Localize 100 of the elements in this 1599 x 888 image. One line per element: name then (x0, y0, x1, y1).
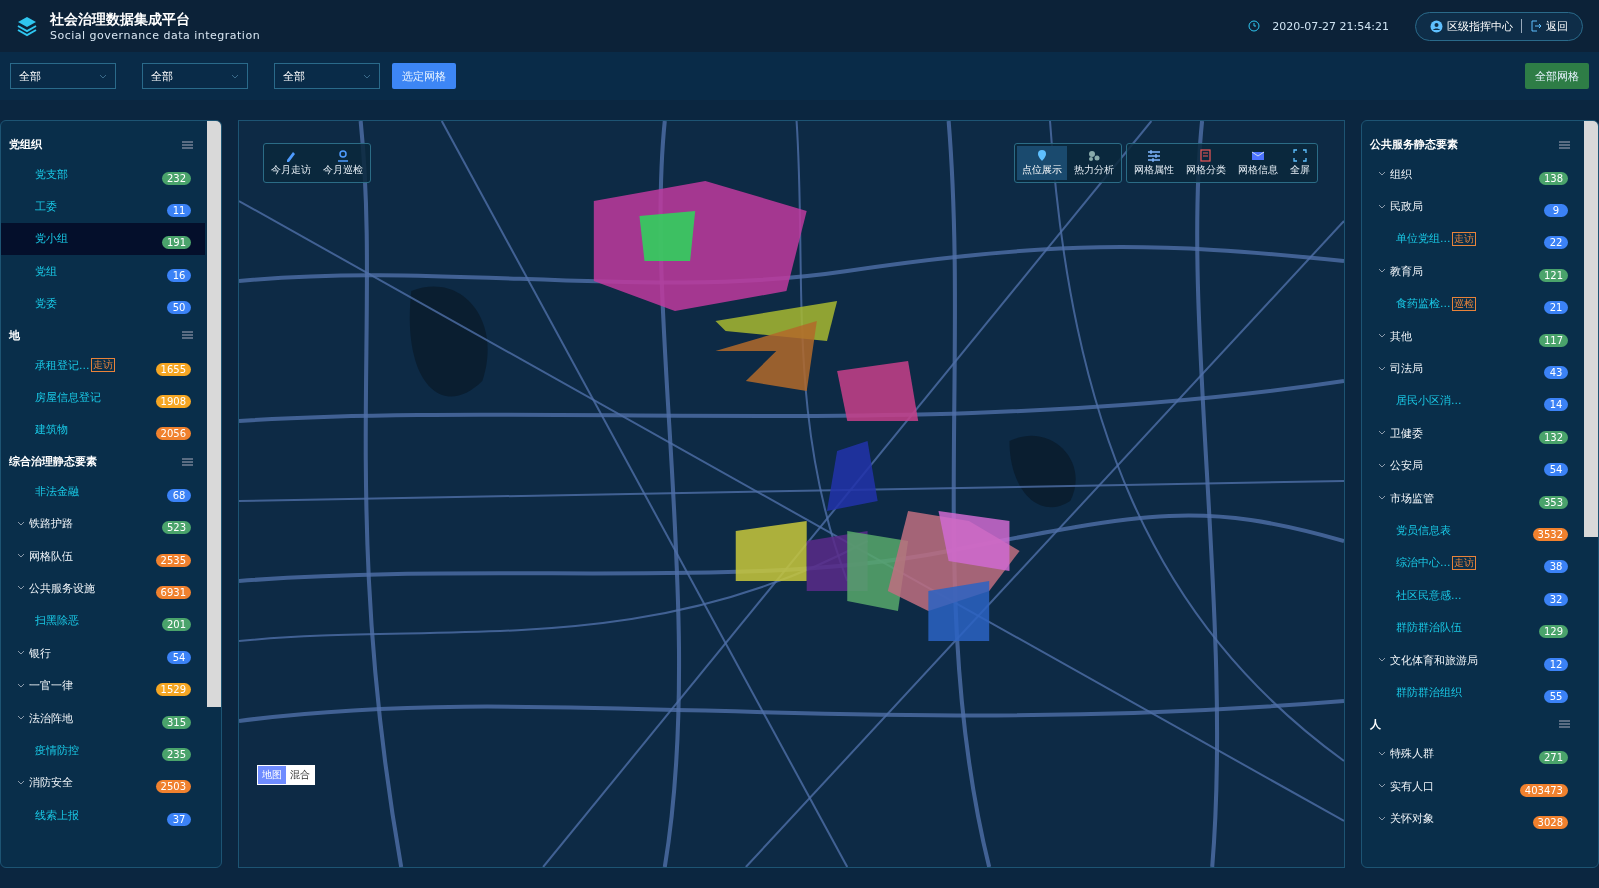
chevron-down-icon[interactable] (17, 553, 25, 560)
list-item[interactable]: 线索上报 37 (1, 799, 205, 832)
count-badge: 1529 (155, 683, 191, 697)
app-subtitle: Social governance data integration (50, 28, 261, 42)
count-badge: 50 (167, 301, 191, 315)
caret-icon (99, 73, 107, 79)
chevron-down-icon[interactable] (17, 585, 25, 592)
list-item[interactable]: 单位党组... 走访 22 (1362, 222, 1582, 256)
list-item[interactable]: 党组 16 (1, 255, 205, 288)
count-badge: 2056 (155, 427, 191, 441)
list-item[interactable]: 社区民意感... 32 (1362, 579, 1582, 612)
chevron-down-icon[interactable] (1378, 365, 1386, 372)
list-item[interactable]: 实有人口 403473 (1362, 770, 1582, 803)
list-item[interactable]: 特殊人群 271 (1362, 737, 1582, 771)
list-item[interactable]: 司法局 43 (1362, 352, 1582, 385)
chevron-down-icon[interactable] (1378, 268, 1386, 275)
list-item[interactable]: 非法金融 68 (1, 475, 205, 508)
status-tag: 走访 (1451, 555, 1476, 570)
count-badge: 12 (1544, 657, 1568, 671)
list-item[interactable]: 关怀对象 3028 (1362, 802, 1582, 835)
list-item[interactable]: 党委 50 (1, 287, 205, 320)
chevron-down-icon[interactable] (1378, 462, 1386, 469)
list-item[interactable]: 党小组 191 (1, 222, 205, 256)
grid-tool-button[interactable]: 网格属性 (1129, 146, 1179, 180)
section-title: 人 (1370, 716, 1381, 732)
count-badge: 201 (161, 618, 191, 632)
count-badge: 2503 (155, 780, 191, 794)
list-item[interactable]: 组织 138 (1362, 158, 1582, 191)
list-item[interactable]: 教育局 121 (1362, 255, 1582, 288)
chevron-down-icon[interactable] (17, 650, 25, 657)
document-icon (1199, 149, 1213, 162)
grid-tool-button[interactable]: 网格分类 (1181, 146, 1231, 180)
chevron-down-icon[interactable] (1378, 657, 1386, 664)
view-mode-button[interactable]: 热力分析 (1069, 146, 1119, 180)
menu-icon[interactable] (182, 331, 193, 340)
chevron-down-icon[interactable] (1378, 171, 1386, 178)
layer-toggle[interactable]: 混合 (286, 766, 314, 784)
list-item[interactable]: 其他 117 (1362, 319, 1582, 353)
count-badge: 2535 (155, 553, 191, 567)
count-badge: 353 (1538, 495, 1568, 509)
count-badge: 68 (167, 488, 191, 502)
list-item[interactable]: 市场监管 353 (1362, 481, 1582, 515)
list-item[interactable]: 民政局 9 (1362, 190, 1582, 223)
user-button[interactable]: 区级指挥中心 (1430, 18, 1513, 34)
list-item[interactable]: 食药监检... 巡检 21 (1362, 287, 1582, 320)
map-drawing[interactable] (239, 121, 1344, 867)
scrollbar[interactable] (207, 121, 221, 707)
list-item[interactable]: 文化体育和旅游局 12 (1362, 643, 1582, 677)
grid-tool-button[interactable]: 网格信息 (1233, 146, 1283, 180)
select-field[interactable]: 全部 (10, 63, 116, 89)
menu-icon[interactable] (1559, 720, 1570, 729)
menu-icon[interactable] (182, 140, 193, 149)
chevron-down-icon[interactable] (1378, 495, 1386, 502)
list-item[interactable]: 党支部 232 (1, 158, 205, 191)
list-item[interactable]: 公安局 54 (1362, 449, 1582, 482)
list-item[interactable]: 群防群治组织 55 (1362, 676, 1582, 709)
all-grids-button[interactable]: 全部网格 (1525, 63, 1589, 89)
chevron-down-icon[interactable] (17, 715, 25, 722)
menu-icon[interactable] (182, 457, 193, 466)
chevron-down-icon[interactable] (1378, 815, 1386, 822)
list-item[interactable]: 网格队伍 2535 (1, 539, 205, 573)
scrollbar[interactable] (1584, 121, 1598, 537)
view-mode-button[interactable]: 点位展示 (1017, 146, 1067, 180)
chevron-down-icon[interactable] (1378, 750, 1386, 757)
list-item[interactable]: 卫健委 132 (1362, 417, 1582, 450)
map-tool-button[interactable]: 今月巡检 (318, 146, 368, 180)
list-item[interactable]: 工委 11 (1, 190, 205, 223)
location-pin-icon (1035, 149, 1049, 162)
list-item[interactable]: 疫情防控 235 (1, 734, 205, 767)
list-item[interactable]: 铁路护路 523 (1, 507, 205, 540)
chevron-down-icon[interactable] (1378, 430, 1386, 437)
chevron-down-icon[interactable] (1378, 203, 1386, 210)
chevron-down-icon[interactable] (17, 682, 25, 689)
datetime: 2020-07-27 21:54:21 (1272, 19, 1389, 33)
list-item[interactable]: 居民小区消... 14 (1362, 384, 1582, 418)
select-field[interactable]: 全部 (274, 63, 380, 89)
count-badge: 11 (167, 204, 191, 218)
grid-tool-button[interactable]: 全屏 (1285, 146, 1315, 180)
count-badge: 37 (167, 812, 191, 826)
chevron-down-icon[interactable] (17, 779, 25, 786)
list-item[interactable]: 银行 54 (1, 637, 205, 670)
list-item[interactable]: 消防安全 2503 (1, 766, 205, 800)
list-item[interactable]: 综治中心... 走访 38 (1362, 546, 1582, 580)
list-item[interactable]: 建筑物 2056 (1, 413, 205, 447)
chevron-down-icon[interactable] (17, 520, 25, 527)
list-item[interactable]: 群防群治队伍 129 (1362, 611, 1582, 644)
list-item[interactable]: 房屋信息登记 1908 (1, 381, 205, 414)
list-item[interactable]: 扫黑除恶 201 (1, 604, 205, 638)
chevron-down-icon[interactable] (1378, 333, 1386, 340)
menu-icon[interactable] (1559, 140, 1570, 149)
map-tool-button[interactable]: 今月走访 (266, 146, 316, 180)
list-item[interactable]: 一官一律 1529 (1, 669, 205, 702)
list-item[interactable]: 公共服务设施 6931 (1, 572, 205, 605)
list-item[interactable]: 法治阵地 315 (1, 701, 205, 735)
list-item[interactable]: 承租登记... 走访 1655 (1, 348, 205, 382)
chevron-down-icon[interactable] (1378, 783, 1386, 790)
count-badge: 191 (161, 236, 191, 250)
select-field[interactable]: 全部 (142, 63, 248, 89)
list-item[interactable]: 党员信息表 3532 (1362, 514, 1582, 547)
back-button[interactable]: 返回 (1530, 18, 1568, 34)
